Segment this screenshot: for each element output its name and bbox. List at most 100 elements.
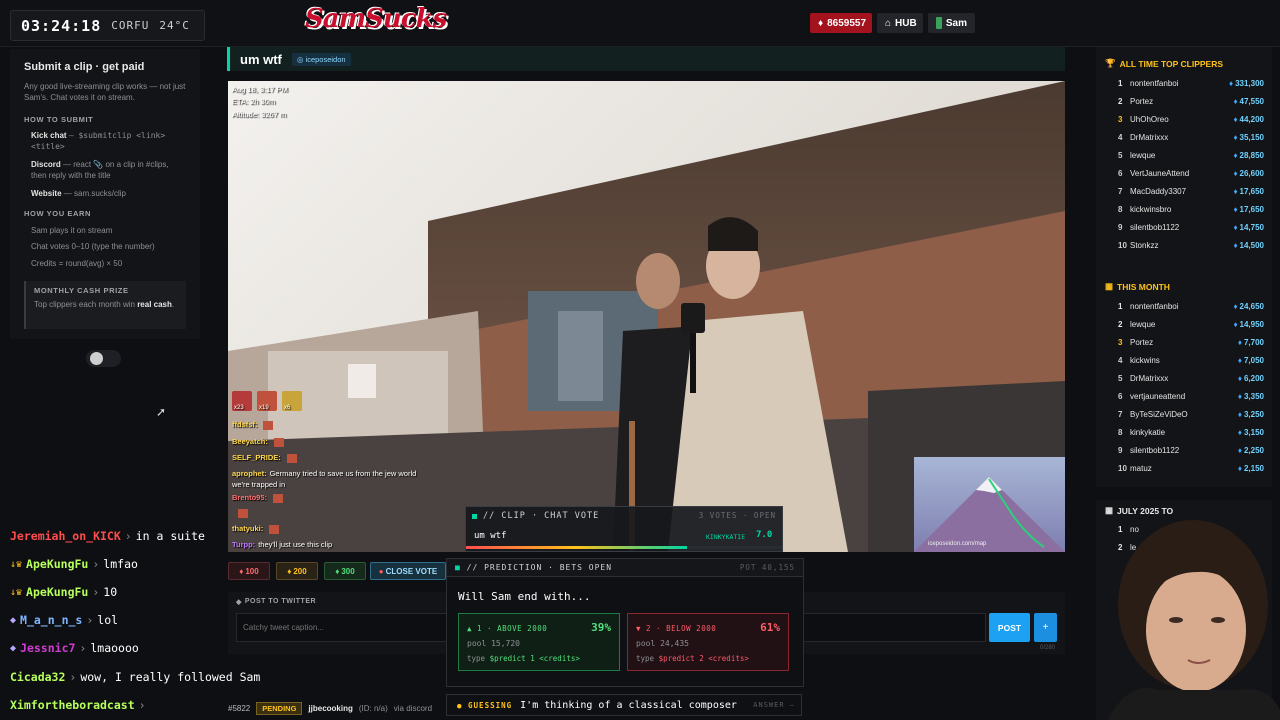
reward-200-button[interactable]: ♦ 200: [276, 562, 318, 580]
leaderboard-name: Portez: [1130, 96, 1154, 106]
leaderboard-rank: 5: [1118, 373, 1123, 383]
emote-icon: x19: [257, 391, 277, 411]
twitter-icon: ◆: [236, 599, 242, 606]
reward-100-button[interactable]: ♦ 100: [228, 562, 270, 580]
streamer-face: [1108, 520, 1280, 720]
leaderboard-row[interactable]: 9 silentbob1122 ♦ 14,750: [1118, 221, 1264, 233]
chat-username[interactable]: Jeremiah_on_KICK: [10, 529, 121, 543]
chat-username[interactable]: ApeKungFu: [26, 585, 88, 599]
leaderboard-name: kinkykatie: [1130, 427, 1166, 437]
leaderboard-row[interactable]: 6 vertjauneattend ♦ 3,350: [1118, 390, 1264, 402]
leaderboard-name: silentbob1122: [1130, 222, 1180, 232]
site-logo[interactable]: SamSucks: [305, 4, 447, 40]
guessing-label-text: GUESSING: [468, 700, 513, 710]
chat-username[interactable]: Ximfortheboradcast: [10, 698, 135, 712]
close-vote-button[interactable]: ● CLOSE VOTE: [370, 562, 446, 580]
chat-username[interactable]: Cicada32: [10, 670, 65, 684]
post-button[interactable]: POST: [989, 613, 1030, 642]
leaderboard-row[interactable]: 6 VertJauneAttend ♦ 26,600: [1118, 167, 1264, 179]
leaderboard-value: 44,200: [1239, 114, 1264, 124]
diamond-icon: ♦: [1237, 445, 1242, 455]
pending-user-id: (ID: n/a): [358, 703, 388, 713]
chat-username[interactable]: Jessnic7: [20, 641, 75, 655]
leaderboard-name: silentbob1122: [1130, 445, 1180, 455]
leaderboard-row[interactable]: 2 lewque ♦ 14,950: [1118, 318, 1264, 330]
cash-prize-heading: MONTHLY CASH PRIZE: [34, 286, 129, 295]
leaderboard-row[interactable]: 8 kinkykatie ♦ 3,150: [1118, 426, 1264, 438]
leaderboard-rank: 3: [1118, 114, 1123, 124]
hud-eta: ETA: 2h 30m: [232, 97, 276, 106]
vote-progress-fill: [466, 546, 688, 549]
website-text[interactable]: — sam.sucks/clip: [64, 189, 126, 198]
home-icon: ⌂: [885, 17, 892, 29]
leaderboard-row[interactable]: 10 matuz ♦ 2,150: [1118, 462, 1264, 474]
chevron-right-icon: ›: [86, 613, 94, 627]
leaderboard-row[interactable]: 10 Stonkzz ♦ 14,500: [1118, 239, 1264, 251]
leaderboard-rank: 7: [1118, 186, 1123, 196]
leaderboard-row[interactable]: 1 nontentfanboi ♦ 24,650: [1118, 300, 1264, 312]
leaderboard-rank: 5: [1118, 150, 1123, 160]
leaderboard-row[interactable]: 9 silentbob1122 ♦ 2,250: [1118, 444, 1264, 456]
leaderboard-value: 7,700: [1243, 337, 1264, 347]
mountain-map: [914, 477, 1065, 552]
overlay-chat-message: Turpp: they'll just use this clip: [232, 539, 332, 550]
leaderboard-value: 331,300: [1235, 78, 1264, 88]
prediction-title: ■ // PREDICTION · BETS OPEN: [455, 563, 612, 572]
leaderboard-value: 14,500: [1239, 240, 1264, 250]
leaderboard-name: matuz: [1130, 463, 1152, 473]
clock-widget: 03:24:18 CORFU 24°C: [10, 10, 205, 41]
diamond-icon: ♦: [1237, 337, 1242, 347]
prediction-question: Will Sam end with...: [458, 590, 591, 603]
diamond-icon: ♦: [1228, 78, 1234, 88]
emote-count: x23: [234, 405, 244, 411]
clip-video-player[interactable]: Aug 18, 3:17 PM ETA: 2h 30m Altitude: 32…: [228, 81, 1065, 552]
leaderboard-row[interactable]: 8 kickwinsbro ♦ 17,650: [1118, 203, 1264, 215]
leaderboard-value: 3,150: [1243, 427, 1264, 437]
chat-username[interactable]: ApeKungFu: [26, 557, 88, 571]
leaderboard-value: 14,950: [1239, 319, 1264, 329]
leaderboard-name: kickwins: [1130, 355, 1160, 365]
leaderboard-row[interactable]: 3 UhOhOreo ♦ 44,200: [1118, 113, 1264, 125]
leaderboard-row[interactable]: 4 DrMatrixxx ♦ 35,150: [1118, 131, 1264, 143]
earn-step-3: Credits = round(avg) × 50: [31, 259, 123, 268]
close-vote-label: CLOSE VOTE: [385, 566, 438, 576]
diamond-icon: ♦: [287, 566, 292, 576]
emote-icon: [273, 437, 284, 447]
leaderboard-rank: 4: [1118, 355, 1123, 365]
diamond-icon: ♦: [1233, 132, 1238, 142]
reward-value: 200: [293, 566, 307, 576]
chat-message: ◆ Jessnic7 › lmaoooo: [10, 641, 139, 655]
leaderboard-name: DrMatrixxx: [1130, 132, 1169, 142]
credits-button[interactable]: ♦ 8659557: [810, 13, 872, 33]
guessing-prompt: I'm thinking of a classical composer: [520, 699, 737, 711]
user-button[interactable]: Sam: [928, 13, 975, 33]
leaderboard-row[interactable]: 1 nontentfanboi ♦ 331,300: [1118, 77, 1264, 89]
route-minimap: iceposeidon.com/map: [914, 457, 1065, 552]
diamond-icon: ♦: [1233, 150, 1238, 160]
leaderboard-rank: 9: [1118, 445, 1123, 455]
vote-user: KINKYKATIE: [706, 533, 746, 541]
chat-message: ↓♛ ApeKungFu › 10: [10, 585, 117, 599]
hub-button[interactable]: ⌂ HUB: [877, 13, 923, 33]
leaderboard-row[interactable]: 7 MacDaddy3307 ♦ 17,650: [1118, 185, 1264, 197]
leaderboard-rank: 2: [1118, 319, 1123, 329]
overlay-chat-message: Brento95:: [232, 492, 284, 503]
chat-message: ↓♛ ApeKungFu › lmfao: [10, 557, 138, 571]
prediction-option-below[interactable]: ▼ 2 · BELOW 2000 61% pool 24,435 type $p…: [627, 613, 789, 671]
leaderboard-row[interactable]: 7 ByTeSiZeViDeO ♦ 3,250: [1118, 408, 1264, 420]
location-label: CORFU: [111, 19, 150, 32]
channel-badge[interactable]: ◎ iceposeidon: [291, 52, 351, 66]
chat-username[interactable]: M_a_n_n_s: [20, 613, 82, 627]
leaderboard-name: nontentfanboi: [1130, 78, 1179, 88]
leaderboard-row[interactable]: 5 lewque ♦ 28,850: [1118, 149, 1264, 161]
leaderboard-row[interactable]: 4 kickwins ♦ 7,050: [1118, 354, 1264, 366]
leaderboard-row[interactable]: 2 Portez ♦ 47,550: [1118, 95, 1264, 107]
leaderboard-row[interactable]: 3 Portez ♦ 7,700: [1118, 336, 1264, 348]
how-you-earn-heading: HOW YOU EARN: [24, 209, 92, 218]
reward-300-button[interactable]: ♦ 300: [324, 562, 366, 580]
theme-toggle[interactable]: [86, 350, 121, 367]
leaderboard-row[interactable]: 5 DrMatrixxx ♦ 6,200: [1118, 372, 1264, 384]
prediction-option-above[interactable]: ▲ 1 · ABOVE 2000 39% pool 15,720 type $p…: [458, 613, 620, 671]
leaderboard-name: lewque: [1130, 150, 1156, 160]
hud-date: Aug 18, 3:17 PM: [232, 85, 288, 94]
